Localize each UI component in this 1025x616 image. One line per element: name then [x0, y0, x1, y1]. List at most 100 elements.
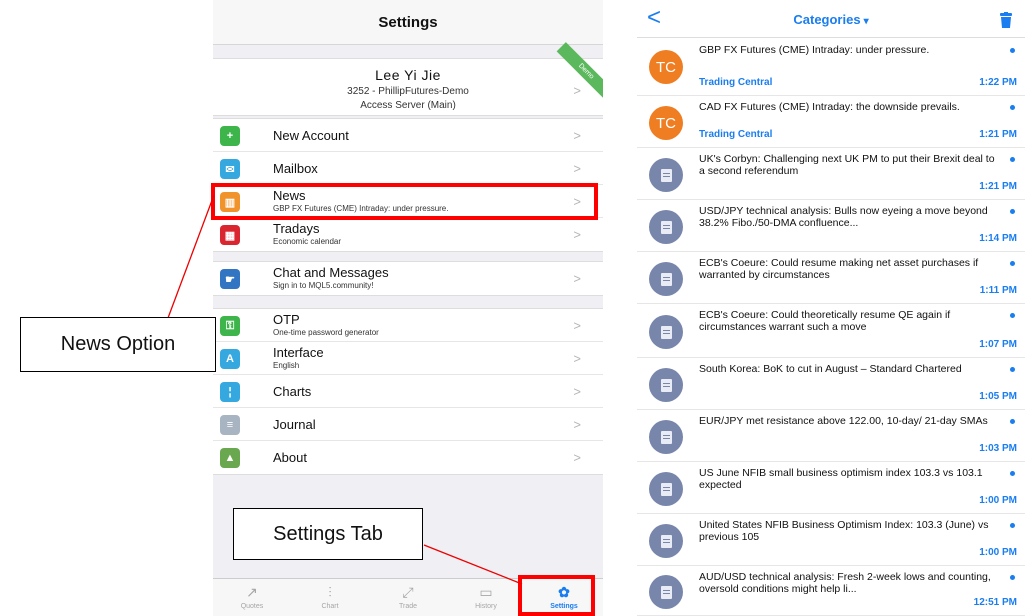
news-time: 1:03 PM: [979, 443, 1017, 454]
chevron-right-icon: >: [573, 83, 581, 98]
unread-dot-icon: [1010, 157, 1015, 162]
tab-label: Trade: [398, 603, 418, 610]
settings-tab-callout: Settings Tab: [233, 508, 423, 560]
news-headline: US June NFIB small business optimism ind…: [699, 467, 983, 491]
tab-label: Chart: [321, 603, 339, 610]
news-headline: AUD/USD technical analysis: Fresh 2-week…: [699, 571, 991, 595]
news-item[interactable]: TC GBP FX Futures (CME) Intraday: under p…: [637, 38, 1025, 96]
news-time: 1:21 PM: [979, 181, 1017, 192]
callout-label: Settings Tab: [273, 522, 383, 545]
settings-item-mailbox[interactable]: ✉ Mailbox >: [213, 152, 603, 185]
news-time: 12:51 PM: [973, 597, 1017, 608]
about-icon: ▲: [220, 448, 240, 468]
account-server: 3252 - PhillipFutures-Demo: [347, 86, 469, 97]
news-item[interactable]: South Korea: BoK to cut in August – Stan…: [637, 359, 1025, 410]
document-icon: [649, 524, 683, 558]
categories-dropdown[interactable]: Categories ▾: [637, 12, 1025, 27]
settings-item-charts[interactable]: ¦ Charts >: [213, 375, 603, 408]
news-headline: CAD FX Futures (CME) Intraday: the downs…: [699, 101, 960, 113]
settings-item-interface[interactable]: A Interface English >: [213, 342, 603, 375]
news-item[interactable]: United States NFIB Business Optimism Ind…: [637, 515, 1025, 566]
document-shape: [660, 378, 672, 392]
callout-label: News Option: [60, 333, 176, 355]
settings-item-label: Journal: [273, 417, 316, 432]
avatar: TC: [649, 106, 683, 140]
settings-item-sublabel: Economic calendar: [273, 237, 342, 246]
quotes-icon: ↗: [246, 584, 258, 600]
settings-item-new-account[interactable]: + New Account >: [213, 119, 603, 152]
tab-trade[interactable]: ⤢ Trade: [369, 579, 447, 616]
chevron-right-icon: >: [573, 128, 581, 143]
document-icon: [649, 262, 683, 296]
tab-quotes[interactable]: ↗ Quotes: [213, 579, 291, 616]
news-connector-line: [167, 194, 215, 319]
news-item[interactable]: US June NFIB small business optimism ind…: [637, 463, 1025, 514]
news-headline: UK's Corbyn: Challenging next UK PM to p…: [699, 153, 995, 177]
news-item[interactable]: ECB's Coeure: Could theoretically resume…: [637, 305, 1025, 358]
account-name: Lee Yi Jie: [375, 67, 441, 83]
key-icon: ⚿: [220, 316, 240, 336]
news-header: < Categories ▾: [637, 0, 1025, 38]
account-card[interactable]: Lee Yi Jie 3252 - PhillipFutures-Demo Ac…: [213, 42, 603, 116]
settings-item-chat-and-messages[interactable]: ☛ Chat and Messages Sign in to MQL5.comm…: [213, 262, 603, 295]
news-headline: ECB's Coeure: Could theoretically resume…: [699, 309, 951, 333]
document-shape: [660, 168, 672, 182]
chevron-right-icon: >: [573, 318, 581, 333]
settings-item-otp[interactable]: ⚿ OTP One-time password generator >: [213, 309, 603, 342]
document-shape: [660, 534, 672, 548]
tab-history[interactable]: ▭ History: [447, 579, 525, 616]
news-item[interactable]: UK's Corbyn: Challenging next UK PM to p…: [637, 149, 1025, 200]
tab-chart[interactable]: ⫶ Chart: [291, 579, 369, 616]
account-access-server: Access Server (Main): [360, 100, 456, 111]
settings-item-label: Interface: [273, 345, 324, 360]
settings-group-community: ☛ Chat and Messages Sign in to MQL5.comm…: [213, 261, 603, 296]
news-headline: GBP FX Futures (CME) Intraday: under pre…: [699, 44, 930, 56]
unread-dot-icon: [1010, 575, 1015, 580]
document-icon: [649, 158, 683, 192]
settings-item-label: Charts: [273, 384, 312, 399]
chevron-right-icon: >: [573, 417, 581, 432]
tab-label: History: [475, 603, 497, 610]
news-headline: ECB's Coeure: Could resume making net as…: [699, 257, 979, 281]
candles-icon: ¦: [220, 382, 240, 402]
unread-dot-icon: [1010, 261, 1015, 266]
news-item[interactable]: AUD/USD technical analysis: Fresh 2-week…: [637, 567, 1025, 616]
news-screen: < Categories ▾ TC GBP FX Futures (CME) Int…: [637, 0, 1025, 616]
news-time: 1:22 PM: [979, 77, 1017, 88]
chevron-right-icon: >: [573, 450, 581, 465]
unread-dot-icon: [1010, 471, 1015, 476]
trash-icon[interactable]: [999, 12, 1013, 28]
unread-dot-icon: [1010, 48, 1015, 53]
settings-item-journal[interactable]: ≡ Journal >: [213, 408, 603, 441]
settings-item-label: OTP: [273, 312, 300, 327]
news-item[interactable]: USD/JPY technical analysis: Bulls now ey…: [637, 201, 1025, 252]
chevron-right-icon: >: [573, 351, 581, 366]
document-icon: [649, 472, 683, 506]
document-shape: [660, 220, 672, 234]
unread-dot-icon: [1010, 367, 1015, 372]
chevron-right-icon: >: [573, 271, 581, 286]
news-headline: EUR/JPY met resistance above 122.00, 10-…: [699, 415, 988, 427]
news-item[interactable]: EUR/JPY met resistance above 122.00, 10-…: [637, 411, 1025, 462]
unread-dot-icon: [1010, 419, 1015, 424]
news-time: 1:11 PM: [979, 285, 1017, 296]
settings-item-label: Chat and Messages: [273, 265, 389, 280]
settings-item-about[interactable]: ▲ About >: [213, 441, 603, 474]
news-item[interactable]: ECB's Coeure: Could resume making net as…: [637, 253, 1025, 304]
screenshot-canvas: Settings Lee Yi Jie 3252 - PhillipFuture…: [0, 0, 1025, 616]
unread-dot-icon: [1010, 523, 1015, 528]
news-headline: South Korea: BoK to cut in August – Stan…: [699, 363, 962, 375]
document-icon: [649, 315, 683, 349]
document-shape: [660, 325, 672, 339]
chevron-down-icon: ▾: [863, 16, 869, 27]
unread-dot-icon: [1010, 105, 1015, 110]
chevron-right-icon: >: [573, 384, 581, 399]
chevron-right-icon: >: [573, 161, 581, 176]
news-item[interactable]: TC CAD FX Futures (CME) Intraday: the dow…: [637, 97, 1025, 148]
settings-item-tradays[interactable]: ▦ Tradays Economic calendar >: [213, 218, 603, 251]
settings-header: Settings: [213, 0, 603, 45]
settings-item-label: About: [273, 450, 307, 465]
page-title: Settings: [378, 13, 438, 31]
journal-icon: ≡: [220, 415, 240, 435]
settings-item-sublabel: Sign in to MQL5.community!: [273, 281, 374, 290]
